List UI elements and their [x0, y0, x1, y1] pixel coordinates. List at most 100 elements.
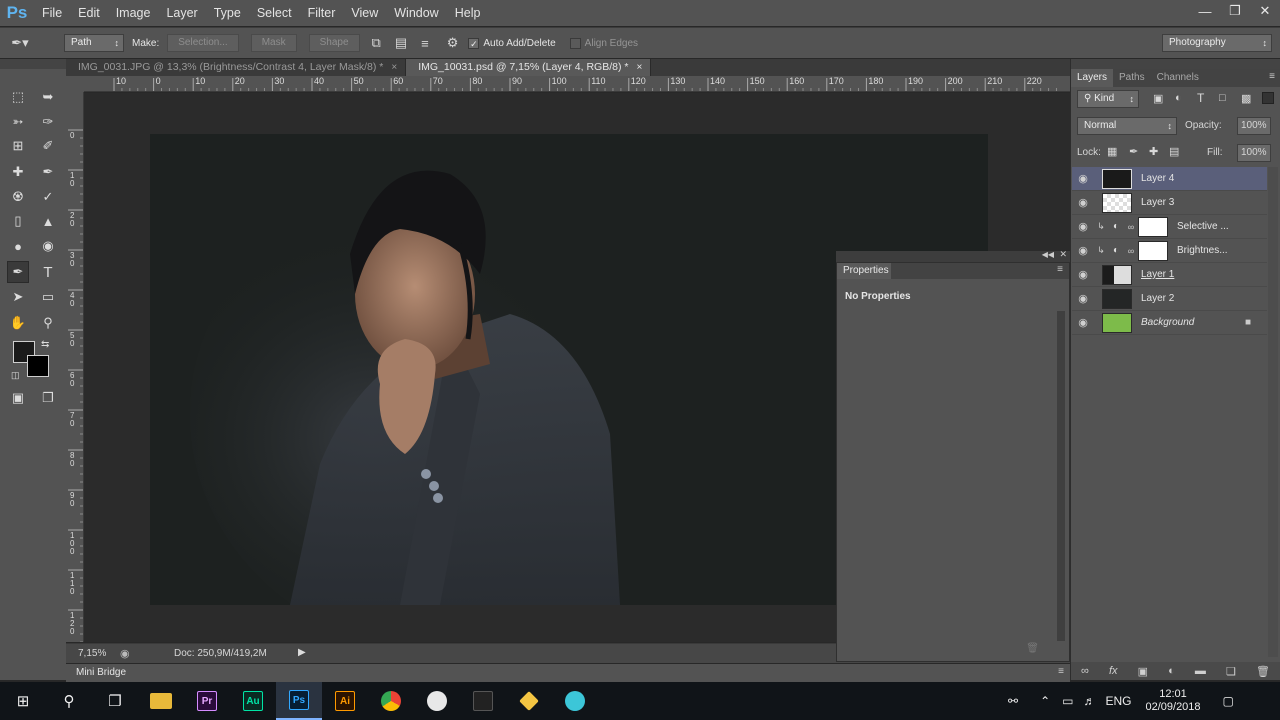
document-tab-img-10031[interactable]: IMG_10031.psd @ 7,15% (Layer 4, RGB/8) *… [406, 59, 652, 76]
battery-icon[interactable]: ▭ [1062, 694, 1073, 708]
menu-type[interactable]: Type [206, 0, 249, 26]
properties-scrollbar[interactable] [1057, 311, 1065, 641]
menu-image[interactable]: Image [108, 0, 159, 26]
type-tool-icon[interactable]: T [37, 261, 59, 283]
new-adjustment-layer-icon[interactable]: ◐ [1168, 665, 1175, 677]
move-tool-icon[interactable]: ➥ [37, 86, 59, 108]
task-view-icon[interactable]: ❐ [92, 682, 138, 720]
search-icon[interactable]: ⚲ [46, 682, 92, 720]
blur-tool-icon[interactable]: ● [7, 235, 29, 257]
path-alignment-icon[interactable]: ▤ [395, 35, 407, 51]
link-layers-icon[interactable]: ∞ [1081, 665, 1089, 677]
close-panel-icon[interactable]: ✕ [1059, 249, 1067, 260]
panel-menu-icon[interactable]: ≡ [1057, 264, 1063, 275]
brush-tool-icon[interactable]: ✒ [37, 161, 59, 183]
new-group-folder-icon[interactable]: ▬ [1195, 665, 1206, 677]
visibility-eye-icon[interactable]: ◉ [1072, 196, 1094, 209]
collapse-panel-icon[interactable]: ◀◀ [1042, 250, 1054, 259]
auto-add-delete-checkbox[interactable]: ✓ [468, 37, 480, 49]
layer-style-fx-icon[interactable]: fx [1109, 665, 1118, 677]
app-yellow-icon[interactable] [506, 682, 552, 720]
visibility-eye-icon[interactable]: ◉ [1072, 268, 1094, 281]
visibility-eye-icon[interactable]: ◉ [1072, 244, 1094, 257]
zoom-tool-icon[interactable]: ⚲ [37, 312, 59, 334]
swap-colors-icon[interactable]: ⇆ [41, 339, 49, 350]
menu-edit[interactable]: Edit [70, 0, 108, 26]
pen-tool-icon[interactable]: ✒ [7, 261, 29, 283]
close-tab-icon[interactable]: × [391, 62, 397, 73]
lock-image-icon[interactable]: ✒ [1129, 145, 1138, 158]
photoshop-taskbar-icon[interactable]: Ps [276, 682, 322, 720]
make-shape-button[interactable]: Shape [308, 34, 360, 52]
trash-icon[interactable]: 🗑 [1026, 643, 1039, 654]
eyedropper-tool-icon[interactable]: ✐ [37, 135, 59, 157]
lasso-tool-icon[interactable]: ➳ [7, 111, 29, 133]
app-panda-icon[interactable] [414, 682, 460, 720]
layer-row-brightness-contrast[interactable]: ◉ ↳ ◐ ∞ Brightnes... [1072, 239, 1267, 263]
layer-row-layer-2[interactable]: ◉ Layer 2 [1072, 287, 1267, 311]
status-menu-arrow-icon[interactable]: ▶ [298, 647, 306, 658]
lock-transparent-icon[interactable]: ▦ [1107, 145, 1117, 158]
app-globe-icon[interactable] [552, 682, 598, 720]
audition-icon[interactable]: Au [230, 682, 276, 720]
default-colors-icon[interactable]: ◫ [11, 370, 20, 381]
layer-filter-kind-select[interactable]: ⚲ Kind [1077, 90, 1139, 108]
visibility-eye-icon[interactable]: ◉ [1072, 220, 1094, 233]
clone-stamp-tool-icon[interactable]: ♼ [7, 186, 29, 208]
pen-tool-preset-icon[interactable]: ✒▾ [0, 35, 40, 51]
blend-mode-select[interactable]: Normal [1077, 117, 1177, 135]
tray-arrow-icon[interactable]: ⌃ [1040, 694, 1050, 708]
properties-tab[interactable]: Properties [837, 263, 891, 279]
paint-bucket-tool-icon[interactable]: ▲ [37, 210, 59, 232]
new-layer-icon[interactable]: ❏ [1226, 665, 1236, 678]
rectangle-tool-icon[interactable]: ▭ [37, 286, 59, 308]
add-mask-icon[interactable]: ▣ [1138, 665, 1148, 678]
workspace-select[interactable]: Photography [1162, 34, 1272, 52]
fill-input[interactable]: 100% [1237, 144, 1271, 162]
tab-paths[interactable]: Paths [1113, 69, 1151, 87]
layers-scrollbar[interactable] [1268, 167, 1278, 657]
status-info-icon[interactable]: ◉ [120, 647, 130, 660]
menu-select[interactable]: Select [249, 0, 300, 26]
layer-row-background[interactable]: ◉ Background ■ [1072, 311, 1267, 335]
volume-icon[interactable]: ♬ [1083, 694, 1095, 708]
layer-row-layer-4[interactable]: ◉ Layer 4 [1072, 167, 1267, 191]
align-edges-checkbox[interactable] [569, 37, 581, 49]
opacity-input[interactable]: 100% [1237, 117, 1271, 135]
zoom-level[interactable]: 7,15% [78, 648, 106, 659]
chain-link-icon[interactable]: ∞ [1124, 222, 1138, 232]
filter-smart-object-icon[interactable]: ▩ [1241, 92, 1251, 105]
premiere-icon[interactable]: Pr [184, 682, 230, 720]
tab-layers[interactable]: Layers [1071, 69, 1114, 87]
horizontal-ruler[interactable]: 10 0 10 20 30 40 50 60 70 80 90 100 110 120 130 140 150 1… [84, 76, 1070, 92]
menu-file[interactable]: File [34, 0, 70, 26]
make-mask-button[interactable]: Mask [250, 34, 297, 52]
illustrator-icon[interactable]: Ai [322, 682, 368, 720]
vertical-ruler[interactable]: 0 10 20 30 40 50 60 70 80 90 100 110 120 [66, 92, 84, 642]
app-dark-icon[interactable] [460, 682, 506, 720]
tab-channels[interactable]: Channels [1151, 69, 1205, 87]
close-icon[interactable]: ✕ [1250, 0, 1280, 22]
lock-all-icon[interactable]: ▤ [1169, 145, 1179, 158]
filter-shape-icon[interactable]: □ [1219, 92, 1226, 104]
chain-link-icon[interactable]: ∞ [1124, 246, 1138, 256]
filter-pixel-icon[interactable]: ▣ [1153, 92, 1163, 105]
quick-mask-icon[interactable]: ▣ [7, 387, 29, 409]
filter-type-icon[interactable]: T [1197, 91, 1204, 105]
visibility-eye-icon[interactable]: ◉ [1072, 292, 1094, 305]
restore-icon[interactable]: ❐ [1220, 0, 1250, 22]
healing-brush-tool-icon[interactable]: ✚ [7, 161, 29, 183]
menu-view[interactable]: View [343, 0, 386, 26]
delete-layer-icon[interactable]: 🗑 [1256, 665, 1270, 678]
clock[interactable]: 12:01 02/09/2018 [1145, 688, 1200, 714]
crop-tool-icon[interactable]: ⊞ [7, 135, 29, 157]
notifications-icon[interactable]: ▢ [1223, 694, 1234, 708]
path-selection-tool-icon[interactable]: ➤ [7, 286, 29, 308]
mini-bridge-menu-icon[interactable]: ≡ [1058, 666, 1064, 677]
visibility-eye-icon[interactable]: ◉ [1072, 316, 1094, 329]
visibility-eye-icon[interactable]: ◉ [1072, 172, 1094, 185]
filter-adjustment-icon[interactable]: ◐ [1175, 92, 1182, 104]
layer-row-layer-1[interactable]: ◉ Layer 1 [1072, 263, 1267, 287]
document-tab-img-0031[interactable]: IMG_0031.JPG @ 13,3% (Brightness/Contras… [66, 59, 407, 76]
dodge-tool-icon[interactable]: ◉ [37, 235, 59, 257]
